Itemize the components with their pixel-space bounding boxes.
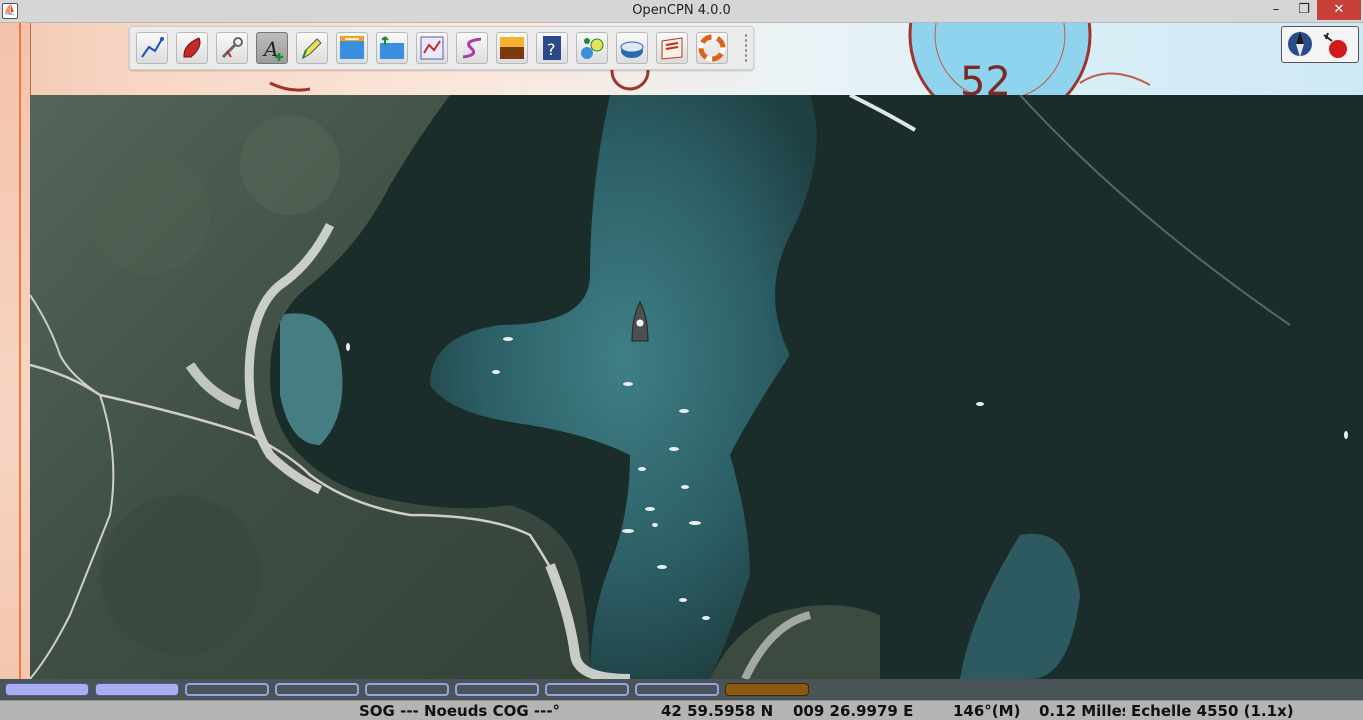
window-title: OpenCPN 4.0.0	[632, 3, 731, 18]
main-toolbar: A ?	[129, 26, 754, 70]
lifebuoy-icon[interactable]	[696, 32, 728, 64]
title-bar: ⛵ OpenCPN 4.0.0 – ❐ ✕	[0, 0, 1363, 23]
svg-text:?: ?	[547, 40, 556, 59]
piano-key-6[interactable]	[455, 683, 539, 696]
svg-text:52: 52	[960, 59, 1011, 95]
compass-widget[interactable]	[1281, 26, 1359, 63]
piano-key-5[interactable]	[365, 683, 449, 696]
chart-canvas[interactable]: 52	[0, 23, 1363, 679]
minimize-button[interactable]: –	[1261, 0, 1291, 20]
toolbar-grip[interactable]	[744, 33, 748, 63]
day-night-icon[interactable]	[496, 32, 528, 64]
settings-wrench-icon[interactable]	[216, 32, 248, 64]
gshhs-icon[interactable]	[616, 32, 648, 64]
track-icon[interactable]	[456, 32, 488, 64]
close-button[interactable]: ✕	[1317, 0, 1361, 20]
longitude-readout: 009 26.9979 E	[793, 702, 914, 720]
piano-key-1[interactable]	[5, 683, 89, 696]
own-ship-icon[interactable]	[630, 301, 650, 347]
piano-key-8[interactable]	[635, 683, 719, 696]
distance-readout: 0.12 Milles	[1039, 702, 1125, 720]
route-manager-icon[interactable]	[416, 32, 448, 64]
chart-piano-bar	[0, 679, 1363, 700]
route-icon[interactable]	[136, 32, 168, 64]
paper-chart-left-strip	[0, 23, 31, 679]
print-icon[interactable]	[656, 32, 688, 64]
chart-border-line	[19, 23, 21, 679]
text-add-icon[interactable]: A	[256, 32, 288, 64]
piano-key-7[interactable]	[545, 683, 629, 696]
bearing-readout: 146°(M)	[953, 702, 1021, 720]
maximize-button[interactable]: ❐	[1289, 0, 1319, 20]
piano-key-3[interactable]	[185, 683, 269, 696]
zoom-in-icon[interactable]	[336, 32, 368, 64]
pencil-icon[interactable]	[296, 32, 328, 64]
piano-key-4[interactable]	[275, 683, 359, 696]
satellite-imagery	[30, 95, 1363, 679]
piano-key-2[interactable]	[95, 683, 179, 696]
zoom-out-icon[interactable]	[376, 32, 408, 64]
piano-key-9[interactable]	[725, 683, 809, 696]
help-icon[interactable]: ?	[536, 32, 568, 64]
latitude-readout: 42 59.5958 N	[661, 702, 774, 720]
status-bar: SOG --- Noeuds COG ---° 42 59.5958 N 009…	[0, 700, 1363, 720]
scale-readout: Echelle 4550 (1.1x)	[1131, 702, 1294, 720]
ship-icon[interactable]	[176, 32, 208, 64]
ais-icon[interactable]	[576, 32, 608, 64]
sog-cog-readout: SOG --- Noeuds COG ---°	[359, 702, 561, 720]
compass-north-icon	[1288, 31, 1347, 58]
